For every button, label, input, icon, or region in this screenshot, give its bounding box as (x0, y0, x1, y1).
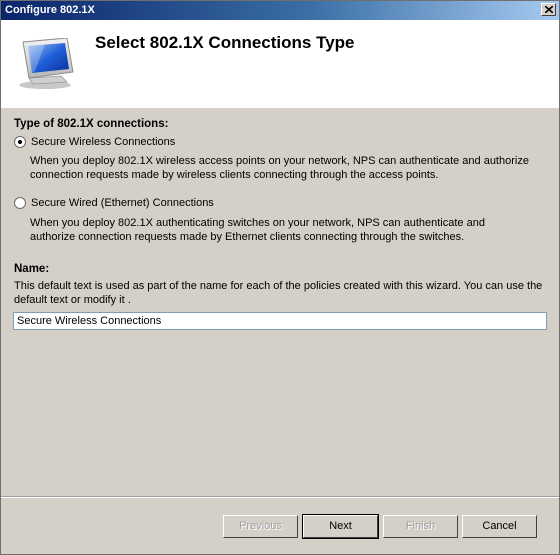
radio-wired[interactable]: Secure Wired (Ethernet) Connections (14, 197, 214, 209)
connection-type-label: Type of 802.1X connections: (14, 118, 169, 130)
previous-button[interactable]: Previous (223, 515, 298, 538)
wired-description: When you deploy 802.1X authenticating sw… (30, 217, 485, 243)
page-title: Select 802.1X Connections Type (95, 33, 355, 52)
radio-wired-label: Secure Wired (Ethernet) Connections (31, 197, 214, 209)
wizard-content: Type of 802.1X connections: Secure Wirel… (1, 108, 559, 488)
wireless-description: When you deploy 802.1X wireless access p… (30, 155, 529, 181)
policy-name-input[interactable] (13, 312, 547, 330)
footer-divider (1, 496, 559, 498)
cancel-button[interactable]: Cancel (462, 515, 537, 538)
name-description: This default text is used as part of the… (14, 280, 543, 306)
radio-wired-indicator[interactable] (14, 197, 26, 209)
close-button[interactable] (541, 3, 556, 16)
close-icon (545, 6, 553, 13)
wizard-header: Select 802.1X Connections Type (1, 20, 559, 108)
name-label: Name: (14, 263, 50, 275)
window-title: Configure 802.1X (5, 4, 95, 16)
next-button[interactable]: Next (302, 514, 379, 539)
title-bar[interactable]: Configure 802.1X (1, 1, 559, 20)
radio-wireless-indicator[interactable] (14, 136, 26, 148)
radio-wireless[interactable]: Secure Wireless Connections (14, 136, 175, 148)
radio-wireless-label: Secure Wireless Connections (31, 136, 176, 148)
configure-dialog: Configure 802.1X Select 802.1X Connectio… (0, 0, 560, 555)
finish-button[interactable]: Finish (383, 515, 458, 538)
monitor-icon (19, 38, 74, 89)
